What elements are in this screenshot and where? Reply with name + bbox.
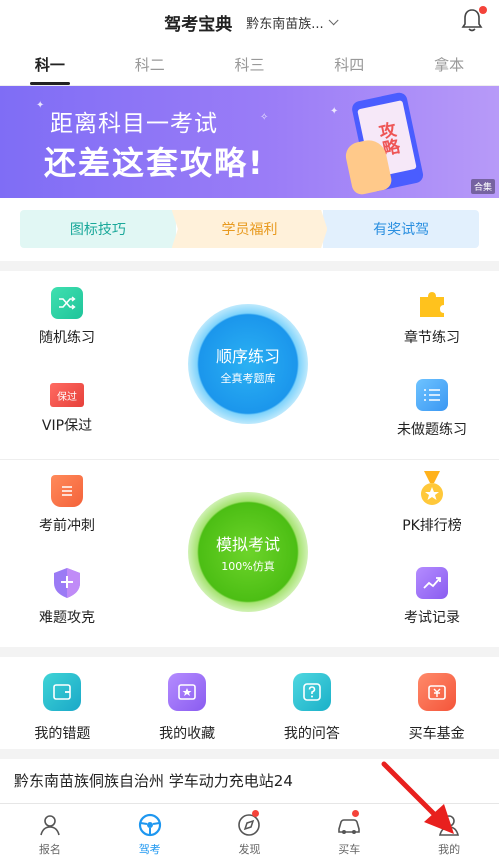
banner-line2: 还差这套攻略! <box>44 144 265 182</box>
steering-wheel-icon <box>138 813 161 837</box>
notification-dot <box>479 6 487 14</box>
nav-discover-label: 发现 <box>238 843 261 856</box>
nav-signup[interactable]: 报名 <box>0 804 100 859</box>
tools-row: 我的错题 我的收藏 我的问答 买车基金 <box>0 657 499 749</box>
random-practice-label: 随机练习 <box>39 330 95 346</box>
pk-leaderboard[interactable]: PK排行榜 <box>382 471 482 535</box>
icon-tips-card[interactable]: 图标技巧 <box>20 210 176 248</box>
banner-tag: 合集 <box>470 179 495 194</box>
tab-subject-1[interactable]: 科一 <box>0 44 100 85</box>
vip-guarantee[interactable]: 保过 VIP保过 <box>17 379 117 435</box>
undone-practice[interactable]: 未做题练习 <box>382 379 482 439</box>
star-box-icon <box>168 673 207 711</box>
nav-buy-car-label: 买车 <box>338 843 361 856</box>
shuffle-icon <box>51 287 83 319</box>
sparkle-icon: ✦ <box>330 106 339 117</box>
section-divider <box>0 459 499 460</box>
promo-banner[interactable]: ✦ ✧ ✦ 距离科目一考试 还差这套攻略! 攻略 合集 <box>0 86 499 198</box>
my-questions[interactable]: 我的问答 <box>250 657 375 749</box>
student-welfare-card[interactable]: 学员福利 <box>171 210 328 248</box>
tab-subject-3[interactable]: 科三 <box>200 44 300 85</box>
tab-subject-2[interactable]: 科二 <box>100 44 200 85</box>
compass-icon <box>238 814 261 836</box>
pk-label: PK排行榜 <box>402 518 462 534</box>
sequential-title: 顺序练习 <box>215 346 280 366</box>
banner-line1: 距离科目一考试 <box>50 111 218 137</box>
test-drive-card[interactable]: 有奖试驾 <box>323 210 480 248</box>
top-header: 驾考宝典 黔东南苗族... <box>0 0 499 44</box>
sequential-subtitle: 全真考题库 <box>220 371 276 385</box>
red-arrow-annotation <box>381 761 454 834</box>
car-icon <box>338 819 361 834</box>
nav-signup-label: 报名 <box>38 843 61 856</box>
phone-hand-illustration: 攻略 <box>341 89 435 198</box>
my-favorites[interactable]: 我的收藏 <box>125 657 250 749</box>
hard-questions[interactable]: 难题攻克 <box>17 567 117 627</box>
random-practice[interactable]: 随机练习 <box>17 287 117 347</box>
mock-subtitle: 100%仿真 <box>221 559 275 573</box>
medal-icon <box>416 471 448 507</box>
city-selector[interactable]: 黔东南苗族... <box>246 13 339 32</box>
question-icon <box>292 673 331 711</box>
my-mistakes-label: 我的错题 <box>34 726 91 742</box>
signup-icon <box>40 815 60 836</box>
bell-icon[interactable] <box>461 6 487 32</box>
chevron-down-icon <box>328 14 339 25</box>
fund-icon <box>417 673 456 711</box>
mock-title: 模拟考试 <box>215 534 280 554</box>
chapter-practice[interactable]: 章节练习 <box>382 287 482 347</box>
city-label: 黔东南苗族... <box>246 16 324 32</box>
my-mistakes[interactable]: 我的错题 <box>0 657 125 749</box>
practice-section: 随机练习 章节练习 顺序练习 全真考题库 保过 VIP保过 未做题练习 考前冲刺… <box>0 271 499 647</box>
sprint-icon <box>51 475 83 507</box>
sparkle-icon: ✦ <box>36 100 45 111</box>
chart-icon <box>416 567 448 599</box>
tab-subject-4[interactable]: 科四 <box>299 44 399 85</box>
chapter-practice-label: 章节练习 <box>404 330 460 346</box>
nav-discover[interactable]: 发现 <box>200 804 300 859</box>
shield-icon <box>51 567 83 599</box>
car-fund[interactable]: 买车基金 <box>374 657 499 749</box>
my-favorites-label: 我的收藏 <box>159 726 216 742</box>
nav-mine-label: 我的 <box>438 843 461 856</box>
subject-tabs: 科一 科二 科三 科四 拿本 <box>0 44 499 86</box>
tab-get-license[interactable]: 拿本 <box>399 44 499 85</box>
vip-label: VIP保过 <box>41 418 93 434</box>
app-title: 驾考宝典 <box>164 14 233 35</box>
hard-label: 难题攻克 <box>39 610 95 626</box>
exam-records[interactable]: 考试记录 <box>382 567 482 627</box>
sparkle-icon: ✧ <box>260 112 269 123</box>
quick-cards: 图标技巧 学员福利 有奖试驾 <box>0 198 499 261</box>
pre-exam-sprint[interactable]: 考前冲刺 <box>17 475 117 535</box>
nav-driving-test-label: 驾考 <box>138 843 161 856</box>
ticket-icon: 保过 <box>50 383 84 407</box>
sequential-practice-button[interactable]: 顺序练习 全真考题库 <box>188 304 308 424</box>
sprint-label: 考前冲刺 <box>39 518 95 534</box>
car-fund-label: 买车基金 <box>408 726 465 742</box>
undone-label: 未做题练习 <box>397 422 467 438</box>
records-label: 考试记录 <box>404 610 460 626</box>
puzzle-icon <box>416 287 448 319</box>
nav-driving-test[interactable]: 驾考 <box>100 804 200 859</box>
my-questions-label: 我的问答 <box>283 726 340 742</box>
mock-exam-button[interactable]: 模拟考试 100%仿真 <box>188 492 308 612</box>
wallet-icon <box>43 673 82 711</box>
list-icon <box>416 379 448 411</box>
